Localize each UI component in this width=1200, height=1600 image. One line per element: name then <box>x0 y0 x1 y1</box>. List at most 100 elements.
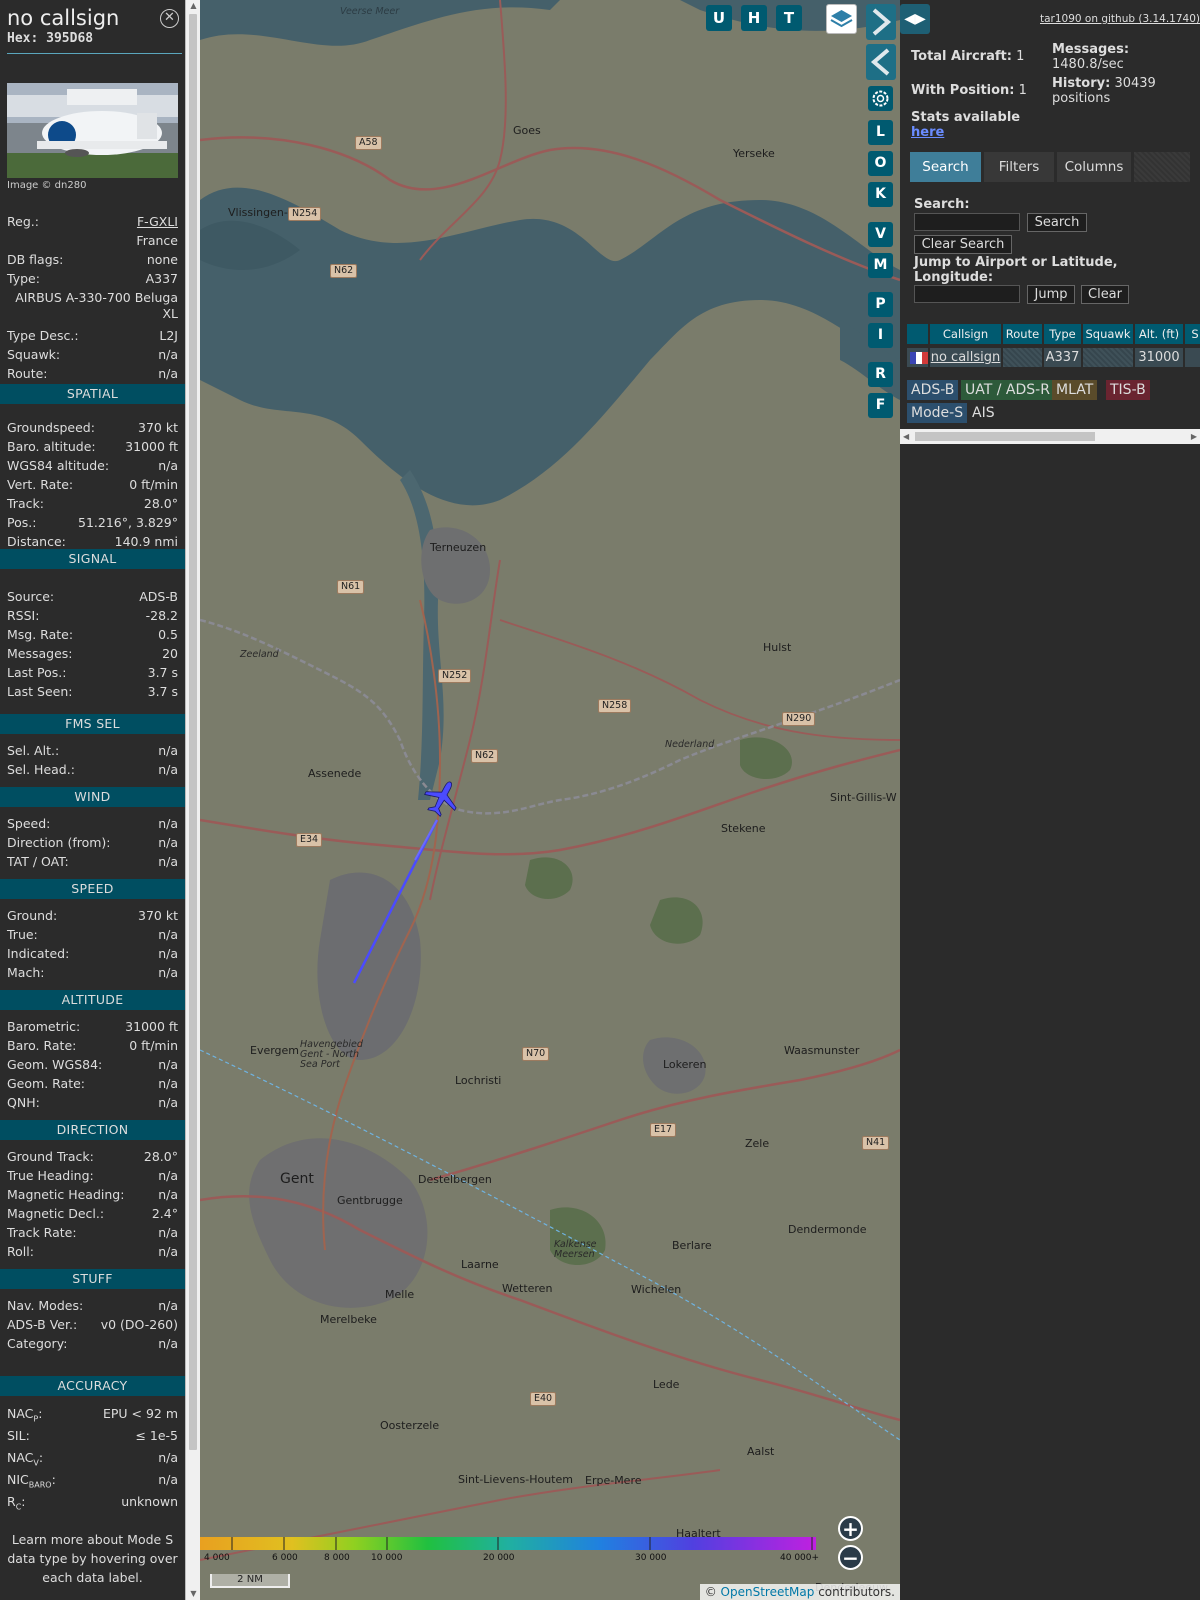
zoom-in-button[interactable]: + <box>838 1516 863 1541</box>
map-button-m[interactable]: M <box>868 253 893 278</box>
info-row-label: Last Pos.: <box>7 665 67 680</box>
scroll-down-icon[interactable]: ▼ <box>186 1588 200 1600</box>
map-button-p[interactable]: P <box>868 292 893 317</box>
map-button-r[interactable]: R <box>868 362 893 387</box>
table-horizontal-scrollbar[interactable]: ◀ ▶ <box>900 429 1200 444</box>
aircraft-icon[interactable] <box>422 778 462 818</box>
source-legend-badge[interactable]: UAT / ADS-R <box>961 380 1054 400</box>
clear-search-button[interactable]: Clear Search <box>914 235 1012 254</box>
expand-collapse-icon[interactable]: ◀▶ <box>900 4 930 34</box>
map-button-l[interactable]: L <box>868 120 893 145</box>
info-row-label: Sel. Alt.: <box>7 743 60 758</box>
map-button-t[interactable]: T <box>776 5 802 31</box>
jump-button[interactable]: Jump <box>1027 285 1075 304</box>
aircraft-table: Callsign Route Type Squawk Alt. (ft) S n… <box>907 324 1200 368</box>
scroll-right-icon[interactable]: ▶ <box>1191 429 1197 444</box>
info-row-value[interactable]: F-GXLI <box>137 213 178 231</box>
map-view[interactable]: Veerse Meer Goes Yerseke Vlissingen-Oost Ter… <box>200 0 900 1600</box>
road-label: N290 <box>782 712 816 726</box>
map-place-label: Oosterzele <box>380 1419 440 1432</box>
layers-icon[interactable] <box>826 4 857 34</box>
info-panel-scrollbar[interactable]: ▲ ▼ <box>185 0 200 1600</box>
github-link[interactable]: tar1090 on github (3.14.1740) <box>1040 13 1200 25</box>
map-button-k[interactable]: K <box>868 182 893 207</box>
info-row: Magnetic Heading: n/a <box>7 1186 178 1204</box>
source-legend-badge[interactable]: AIS <box>968 403 999 423</box>
scrollbar-thumb[interactable] <box>915 432 1095 441</box>
info-row-label: Roll: <box>7 1244 34 1259</box>
road-label: N258 <box>598 699 632 713</box>
search-button[interactable]: Search <box>1027 213 1087 232</box>
accuracy-label-text: NAC <box>7 1450 34 1465</box>
aircraft-photo[interactable] <box>7 83 178 178</box>
tab-search[interactable]: Search <box>910 152 981 182</box>
selected-hex: Hex: 395D68 <box>7 31 94 46</box>
column-header-callsign[interactable]: Callsign <box>930 324 1001 344</box>
chevron-right-icon[interactable] <box>866 4 896 40</box>
search-input[interactable] <box>914 213 1020 231</box>
zoom-out-button[interactable]: − <box>838 1545 863 1570</box>
panel-tabs: Search Filters Columns <box>910 150 1192 184</box>
source-legend-badge[interactable]: Mode-S <box>907 403 968 423</box>
stats-here-link[interactable]: here <box>911 125 944 140</box>
map-button-u[interactable]: U <box>706 5 732 31</box>
mode-s-footnote: Learn more about Mode S data type by hov… <box>7 1532 178 1585</box>
cell-callsign[interactable]: no callsign <box>930 348 1001 367</box>
scrollbar-thumb[interactable] <box>189 14 197 1450</box>
clear-jump-button[interactable]: Clear <box>1081 285 1129 304</box>
info-row-label: Msg. Rate: <box>7 627 74 642</box>
map-button-h[interactable]: H <box>741 5 767 31</box>
cell-type: A337 <box>1044 348 1081 367</box>
map-place-label: Wetteren <box>502 1282 553 1295</box>
map-place-label: Zele <box>745 1137 770 1150</box>
osm-link[interactable]: OpenStreetMap <box>721 1585 815 1599</box>
map-button-v[interactable]: V <box>868 222 893 247</box>
chevron-left-icon[interactable] <box>866 44 896 80</box>
map-place-label: Gentbrugge <box>337 1194 403 1207</box>
cell-route <box>1003 348 1042 367</box>
info-row-value: 3.7 s <box>147 684 178 699</box>
map-button-f[interactable]: F <box>868 393 893 418</box>
info-row-value: n/a <box>158 835 178 850</box>
section-altitude: ALTITUDE <box>0 990 185 1010</box>
column-header-altitude[interactable]: Alt. (ft) <box>1135 324 1183 344</box>
info-row: Geom. WGS84: n/a <box>7 1056 178 1074</box>
map-place-label: Zeeland <box>240 649 279 660</box>
scroll-up-icon[interactable]: ▲ <box>186 0 200 12</box>
info-row: ADS-B Ver.: v0 (DO-260) <box>7 1316 178 1334</box>
column-header-squawk[interactable]: Squawk <box>1083 324 1133 344</box>
settings-gear-icon[interactable] <box>868 86 893 111</box>
info-row: Geom. Rate: n/a <box>7 1075 178 1093</box>
info-row-label: Route: <box>7 366 48 381</box>
source-legend-badge[interactable]: TIS-B <box>1106 380 1150 400</box>
section-signal: SIGNAL <box>0 549 185 569</box>
tab-filters[interactable]: Filters <box>984 152 1054 182</box>
tab-columns[interactable]: Columns <box>1057 152 1131 182</box>
column-header-route[interactable]: Route <box>1003 324 1042 344</box>
info-row-value: 0 ft/min <box>129 1038 178 1053</box>
road-label: N252 <box>438 669 472 683</box>
source-legend-badge[interactable]: MLAT <box>1052 380 1098 400</box>
altitude-legend-label: 6 000 <box>272 1553 298 1563</box>
info-row: Magnetic Decl.: 2.4° <box>7 1205 178 1223</box>
info-row: Baro. altitude: 31000 ft <box>7 438 178 456</box>
scroll-left-icon[interactable]: ◀ <box>903 429 909 444</box>
column-header-flag[interactable] <box>907 324 928 344</box>
info-row: Squawk: n/a <box>7 346 178 364</box>
column-header-type[interactable]: Type <box>1044 324 1081 344</box>
info-row: RC: unknown <box>7 1493 178 1512</box>
column-header-speed[interactable]: S <box>1185 324 1200 344</box>
close-icon[interactable]: ✕ <box>160 9 179 28</box>
map-place-label: Evergem <box>250 1044 300 1057</box>
info-row: DB flags: none <box>7 251 178 269</box>
map-button-i[interactable]: I <box>868 323 893 348</box>
source-legend-badge[interactable]: ADS-B <box>907 380 959 400</box>
map-button-o[interactable]: O <box>868 151 893 176</box>
info-row-label: True: <box>7 927 38 942</box>
info-row-label: Type Desc.: <box>7 328 79 343</box>
cell-speed <box>1185 348 1200 367</box>
jump-input[interactable] <box>914 285 1020 303</box>
info-row-value: 31000 ft <box>125 1019 178 1034</box>
road-label: E34 <box>296 833 323 847</box>
info-row: Sel. Alt.: n/a <box>7 742 178 760</box>
